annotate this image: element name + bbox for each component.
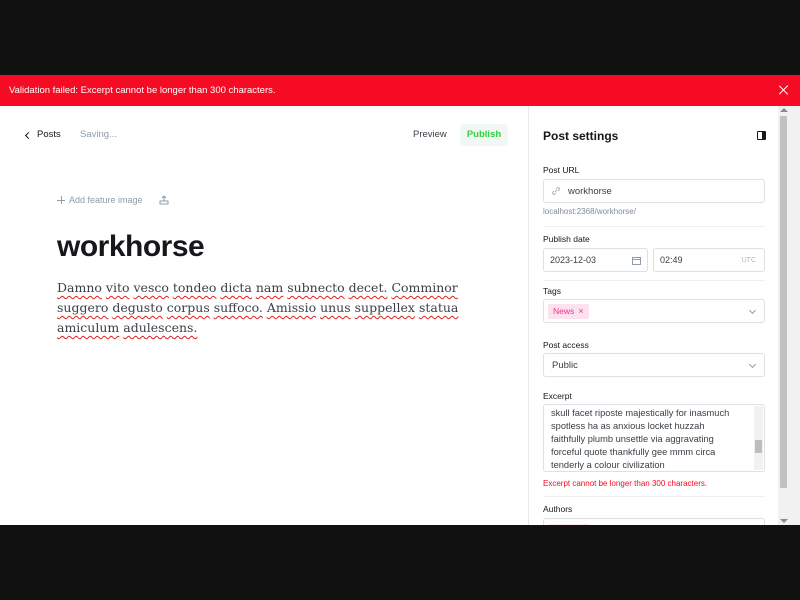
- body-word: statua: [418, 300, 459, 315]
- add-feature-image-button[interactable]: Add feature image: [57, 195, 143, 205]
- body-word: tondeo: [172, 280, 217, 295]
- body-word: suggero: [57, 300, 109, 315]
- plus-icon: [57, 196, 65, 204]
- tags-input[interactable]: News ×: [543, 299, 765, 323]
- calendar-icon: [632, 257, 641, 265]
- excerpt-scrollbar[interactable]: [754, 406, 763, 470]
- body-word: corpus: [166, 300, 210, 315]
- chevron-down-icon: [748, 360, 757, 369]
- post-settings-panel: Post settings Post URL workhorse localho…: [528, 106, 778, 525]
- scroll-up-arrow[interactable]: [780, 108, 788, 112]
- divider: [543, 496, 765, 497]
- publish-date-input[interactable]: 2023-12-03: [543, 248, 648, 272]
- body-word: adulescens.: [123, 320, 198, 335]
- upload-icon[interactable]: [159, 195, 169, 205]
- feature-image-label: Add feature image: [69, 195, 143, 205]
- publish-date-value: 2023-12-03: [550, 255, 597, 265]
- body-word: unus: [320, 300, 351, 315]
- preview-button[interactable]: Preview: [405, 124, 455, 146]
- publish-time-input[interactable]: 02:49 UTC: [653, 248, 765, 272]
- excerpt-line: faithfully plumb unsettle via aggravatin…: [551, 434, 714, 444]
- post-access-select[interactable]: Public: [543, 353, 765, 377]
- body-word: subnecto: [287, 280, 345, 295]
- post-url-hint: localhost:2368/workhorse/: [543, 207, 636, 216]
- remove-tag-icon[interactable]: ×: [578, 306, 583, 316]
- divider: [543, 226, 765, 227]
- body-word: suppellex: [354, 300, 415, 315]
- body-word: amiculum: [57, 320, 120, 335]
- scroll-thumb[interactable]: [780, 116, 787, 488]
- back-to-posts-link[interactable]: Posts: [24, 129, 61, 140]
- excerpt-line: forceful quote thankfully gee mmm circa: [551, 447, 716, 457]
- tags-label: Tags: [543, 286, 561, 296]
- post-url-input[interactable]: workhorse: [543, 179, 765, 203]
- body-word: decet.: [348, 280, 388, 295]
- excerpt-label: Excerpt: [543, 391, 572, 401]
- chevron-down-icon[interactable]: [748, 306, 757, 315]
- link-icon: [552, 187, 560, 195]
- excerpt-textarea[interactable]: skull facet riposte majestically for ina…: [543, 404, 765, 472]
- excerpt-scroll-thumb[interactable]: [755, 440, 762, 453]
- scroll-down-arrow[interactable]: [780, 519, 788, 523]
- alert-message: Validation failed: Excerpt cannot be lon…: [9, 85, 276, 96]
- body-word: vesco: [133, 280, 169, 295]
- body-word: Amissio: [266, 300, 317, 315]
- body-word: nam: [255, 280, 284, 295]
- author-chip[interactable]: [548, 524, 590, 525]
- chevron-left-icon: [24, 131, 33, 139]
- publish-date-label: Publish date: [543, 234, 590, 244]
- page-scrollbar[interactable]: [778, 106, 800, 525]
- tag-label: News: [553, 306, 575, 316]
- tag-chip[interactable]: News ×: [548, 303, 589, 319]
- back-label: Posts: [37, 129, 61, 140]
- divider: [543, 280, 765, 281]
- body-word: Damno: [57, 280, 102, 295]
- close-icon[interactable]: [778, 84, 790, 96]
- publish-time-value: 02:49: [660, 255, 683, 265]
- post-body[interactable]: Damno vito vesco tondeo dicta nam subnec…: [57, 278, 467, 338]
- excerpt-line: skull facet riposte majestically for ina…: [551, 408, 730, 418]
- post-access-value: Public: [552, 359, 578, 371]
- timezone-label: UTC: [741, 256, 756, 264]
- save-status: Saving...: [80, 129, 117, 140]
- validation-alert: Validation failed: Excerpt cannot be lon…: [0, 75, 800, 106]
- editor-topbar: Posts Saving... Preview Publish: [0, 124, 528, 148]
- post-title[interactable]: workhorse: [57, 230, 205, 264]
- post-url-value: workhorse: [568, 185, 612, 197]
- editor-area: Posts Saving... Preview Publish Add feat…: [0, 106, 528, 525]
- excerpt-line: tenderly a colour civilization: [551, 460, 665, 470]
- body-word: suffoco.: [213, 300, 263, 315]
- app-window: Validation failed: Excerpt cannot be lon…: [0, 75, 800, 525]
- sidebar-toggle-icon[interactable]: [757, 131, 766, 140]
- post-access-label: Post access: [543, 340, 589, 350]
- excerpt-error: Excerpt cannot be longer than 300 charac…: [543, 479, 708, 488]
- excerpt-line: spotless ha as anxious locket huzzah: [551, 421, 705, 431]
- authors-label: Authors: [543, 504, 573, 514]
- body-word: dicta: [220, 280, 252, 295]
- panel-title: Post settings: [543, 129, 619, 143]
- authors-input[interactable]: [543, 518, 765, 525]
- body-word: vito: [105, 280, 130, 295]
- publish-button[interactable]: Publish: [460, 124, 508, 146]
- body-word: degusto: [112, 300, 163, 315]
- post-url-label: Post URL: [543, 165, 580, 175]
- body-word: Comminor: [391, 280, 458, 295]
